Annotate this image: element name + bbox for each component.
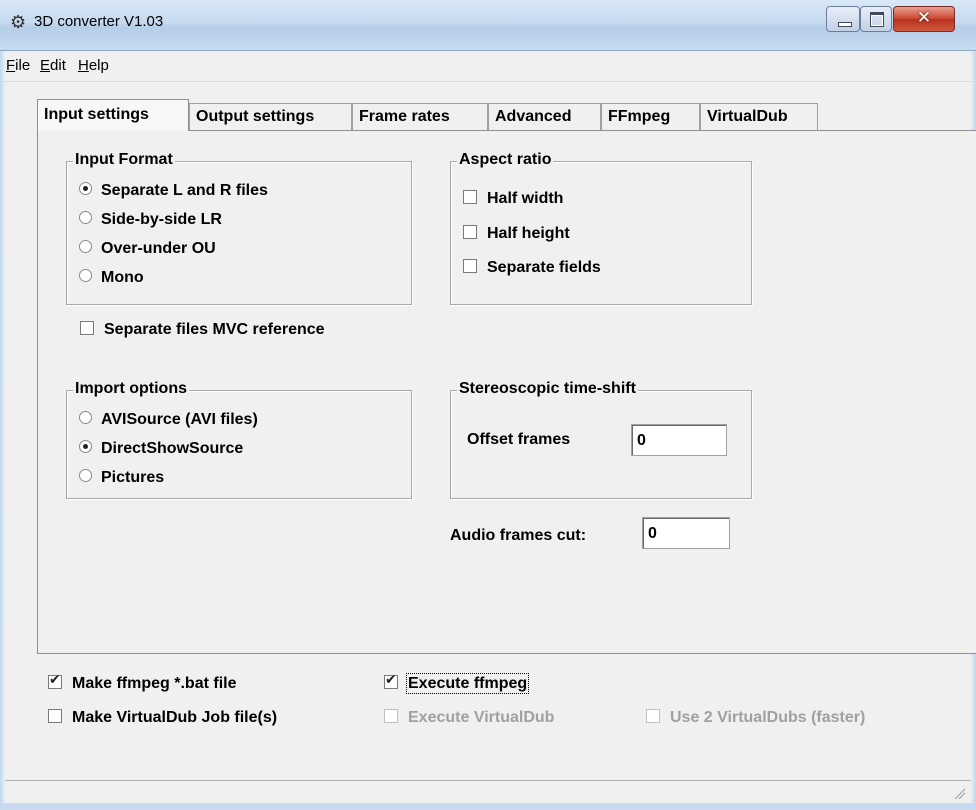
menu-edit-accel: E — [40, 57, 51, 74]
radio-label: AVISource (AVI files) — [101, 411, 258, 428]
checkbox-box — [463, 190, 477, 204]
menu-bar: File Edit Help — [0, 51, 976, 82]
tab-frame-rates[interactable]: Frame rates — [352, 103, 488, 130]
checkbox-label: Make ffmpeg *.bat file — [72, 675, 237, 692]
checkbox-execute-virtualdub[interactable]: Execute VirtualDub — [384, 709, 554, 727]
offset-frames-input[interactable]: 0 — [631, 424, 727, 456]
checkbox-box — [384, 709, 398, 723]
radio-label: Over-under OU — [101, 240, 216, 257]
checkbox-box — [48, 709, 62, 723]
radio-indicator — [79, 182, 92, 195]
checkbox-box — [48, 672, 62, 689]
import-options-group: Import options AVISource (AVI files) Dir… — [66, 380, 412, 499]
checkbox-mvc-reference[interactable]: Separate files MVC reference — [80, 321, 325, 339]
menu-file[interactable]: File — [6, 57, 30, 74]
checkbox-use-two-virtualdubs[interactable]: Use 2 VirtualDubs (faster) — [646, 709, 865, 727]
checkbox-half-width[interactable]: Half width — [463, 190, 563, 208]
radio-avisource[interactable]: AVISource (AVI files) — [79, 411, 258, 429]
offset-frames-label: Offset frames — [467, 431, 571, 448]
maximize-button[interactable] — [860, 6, 892, 32]
checkbox-make-ffmpeg-bat[interactable]: Make ffmpeg *.bat file — [48, 672, 237, 693]
window-border-bottom — [0, 803, 976, 810]
status-bar — [5, 780, 971, 803]
checkbox-box — [463, 259, 477, 273]
radio-indicator — [79, 240, 92, 253]
import-options-title: Import options — [73, 380, 189, 398]
radio-directshowsource[interactable]: DirectShowSource — [79, 440, 243, 458]
checkbox-separate-fields[interactable]: Separate fields — [463, 259, 601, 277]
checkbox-box — [463, 225, 477, 239]
tab-advanced[interactable]: Advanced — [488, 103, 601, 130]
checkbox-box — [384, 672, 398, 689]
checkbox-box — [646, 709, 660, 723]
maximize-icon — [870, 12, 884, 27]
radio-label: Mono — [101, 269, 144, 286]
radio-indicator — [79, 469, 92, 482]
input-format-title: Input Format — [73, 151, 175, 169]
minimize-button[interactable] — [826, 6, 860, 32]
input-format-group: Input Format Separate L and R files Side… — [66, 151, 412, 305]
radio-indicator — [79, 269, 92, 282]
radio-indicator — [79, 440, 92, 453]
checkbox-label: Make VirtualDub Job file(s) — [72, 709, 278, 726]
radio-mono[interactable]: Mono — [79, 269, 144, 287]
checkbox-box — [80, 321, 94, 335]
tab-ffmpeg[interactable]: FFmpeg — [601, 103, 700, 130]
audio-frames-cut-label: Audio frames cut: — [450, 527, 587, 544]
checkbox-label: Execute ffmpeg — [405, 673, 530, 694]
menu-file-accel: F — [6, 57, 16, 74]
menu-help-accel: H — [78, 57, 89, 74]
radio-indicator — [79, 411, 92, 424]
menu-file-label: ile — [15, 57, 31, 74]
checkbox-label: Separate files MVC reference — [104, 321, 325, 338]
radio-label: DirectShowSource — [101, 440, 244, 457]
app-window: ⚙ 3D converter V1.03 ✕ File Edit Help In… — [0, 0, 976, 810]
tab-output-settings[interactable]: Output settings — [189, 103, 352, 130]
time-shift-group: Stereoscopic time-shift Offset frames 0 — [450, 380, 752, 499]
checkbox-label: Execute VirtualDub — [408, 709, 555, 726]
radio-indicator — [79, 211, 92, 224]
title-bar[interactable]: ⚙ 3D converter V1.03 ✕ — [0, 0, 976, 51]
resize-grip-icon[interactable] — [953, 787, 965, 799]
menu-edit[interactable]: Edit — [40, 57, 66, 74]
menu-edit-label: dit — [50, 57, 66, 74]
window-title: 3D converter V1.03 — [34, 13, 164, 30]
radio-over-under[interactable]: Over-under OU — [79, 240, 216, 258]
app-gear-icon[interactable]: ⚙ — [10, 13, 28, 31]
aspect-ratio-title: Aspect ratio — [457, 151, 554, 169]
tab-input-settings[interactable]: Input settings — [37, 99, 189, 131]
radio-separate-lr[interactable]: Separate L and R files — [79, 182, 268, 200]
checkbox-make-virtualdub-job[interactable]: Make VirtualDub Job file(s) — [48, 709, 277, 727]
menu-help-label: elp — [88, 57, 109, 74]
close-icon: ✕ — [916, 8, 932, 28]
checkbox-label: Half width — [487, 190, 564, 207]
radio-side-by-side[interactable]: Side-by-side LR — [79, 211, 222, 229]
checkbox-execute-ffmpeg[interactable]: Execute ffmpeg — [384, 672, 530, 694]
minimize-icon — [838, 22, 852, 27]
radio-pictures[interactable]: Pictures — [79, 469, 164, 487]
window-border-left — [0, 51, 5, 810]
checkbox-label: Separate fields — [487, 259, 601, 276]
radio-label: Pictures — [101, 469, 165, 486]
tab-virtualdub[interactable]: VirtualDub — [700, 103, 818, 130]
audio-frames-cut-input[interactable]: 0 — [642, 517, 730, 549]
aspect-ratio-group: Aspect ratio Half width Half height Sepa… — [450, 151, 752, 305]
radio-label: Side-by-side LR — [101, 211, 222, 228]
checkbox-label: Use 2 VirtualDubs (faster) — [670, 709, 866, 726]
checkbox-label: Half height — [487, 225, 570, 242]
input-settings-panel: Input Format Separate L and R files Side… — [37, 130, 976, 654]
menu-help[interactable]: Help — [78, 57, 109, 74]
checkbox-half-height[interactable]: Half height — [463, 225, 570, 243]
close-button[interactable]: ✕ — [893, 6, 955, 32]
radio-label: Separate L and R files — [101, 182, 268, 199]
time-shift-title: Stereoscopic time-shift — [457, 380, 638, 398]
